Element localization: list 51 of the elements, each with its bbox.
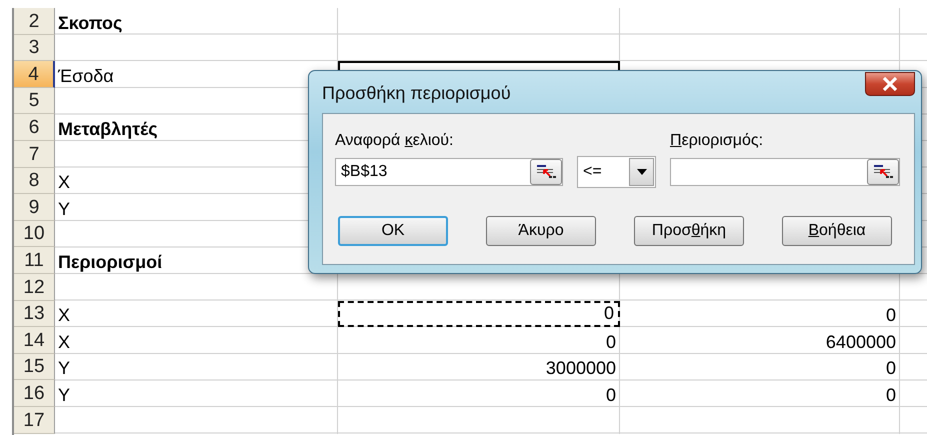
row-header[interactable]: 16: [14, 380, 55, 407]
operator-dropdown[interactable]: <=: [577, 156, 656, 188]
dropdown-arrow-icon: [636, 169, 646, 175]
row-header[interactable]: 7: [14, 140, 55, 168]
table-cell-text: Σκοπος: [57, 12, 124, 35]
range-picker-icon: [872, 163, 894, 181]
row-header[interactable]: 9: [14, 194, 55, 221]
row-header[interactable]: 5: [14, 88, 55, 114]
table-cell-text: Έσοδα: [56, 64, 115, 88]
row-header[interactable]: 10: [14, 220, 55, 248]
row-header[interactable]: 2: [14, 8, 55, 35]
dialog-button[interactable]: OK: [338, 216, 448, 246]
table-cell-text: 0: [604, 384, 617, 407]
range-picker-icon: [535, 163, 557, 181]
table-cell-text: X: [57, 330, 72, 354]
close-button[interactable]: [865, 72, 915, 96]
cell-reference-field[interactable]: $B$13: [335, 158, 563, 186]
row-header[interactable]: 15: [14, 354, 55, 380]
table-cell-text: 0: [884, 304, 897, 328]
table-cell-text: Y: [57, 384, 72, 407]
table-cell-text: X: [57, 304, 72, 328]
row-header[interactable]: 8: [14, 168, 55, 194]
row-header[interactable]: 12: [14, 274, 55, 301]
field-label: Αναφορά κελιού:: [335, 132, 454, 150]
table-cell-text: Y: [57, 198, 72, 221]
table-cell-text: 0: [884, 357, 897, 380]
row-header[interactable]: 14: [14, 327, 55, 354]
range-picker-button[interactable]: [867, 159, 899, 185]
table-cell-text: Μεταβλητές: [57, 118, 159, 141]
row-header[interactable]: 4: [14, 61, 55, 88]
dialog-button[interactable]: Βοήθεια: [782, 216, 892, 246]
constraint-field[interactable]: [670, 158, 900, 186]
field-label: Περιορισμός:: [670, 131, 764, 150]
close-icon: [882, 77, 898, 91]
table-cell-text: Y: [57, 357, 72, 380]
row-header[interactable]: 6: [14, 114, 55, 141]
range-picker-button[interactable]: [530, 159, 562, 185]
table-cell-text: 3000000: [544, 357, 617, 380]
row-header[interactable]: 13: [14, 300, 55, 328]
table-cell-text: 6400000: [824, 330, 897, 354]
dialog-button[interactable]: Προσθήκη: [634, 216, 744, 246]
row-header[interactable]: 3: [14, 34, 55, 62]
table-cell-text: X: [57, 171, 72, 194]
dialog-title: Προσθήκη περιορισμού: [322, 83, 511, 104]
table-cell: 0: [338, 300, 620, 328]
table-cell-text: 0: [604, 330, 617, 354]
table-cell-text: Περιορισμοί: [57, 250, 164, 274]
row-header[interactable]: 11: [14, 247, 55, 274]
row-header[interactable]: 17: [14, 406, 55, 434]
table-cell-text: 0: [884, 384, 897, 407]
dialog-button[interactable]: Άκυρο: [486, 216, 596, 246]
